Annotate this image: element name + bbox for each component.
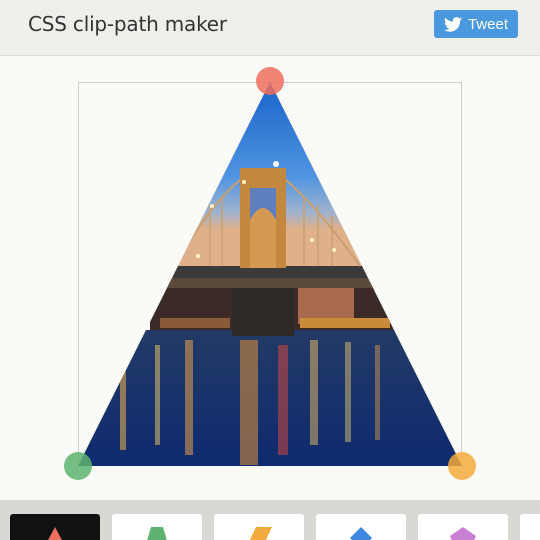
top-handle[interactable] <box>256 67 284 95</box>
shape-tile-trapezoid[interactable] <box>112 514 202 540</box>
bottom-right-handle[interactable] <box>448 452 476 480</box>
parallelogram-icon <box>249 527 272 540</box>
shape-tile-triangle[interactable] <box>10 514 100 540</box>
shape-tile-rhombus[interactable] <box>316 514 406 540</box>
shape-gallery <box>0 500 540 540</box>
bottom-left-handle[interactable] <box>64 452 92 480</box>
rhombus-icon <box>350 527 372 540</box>
pentagon-icon <box>450 527 476 540</box>
triangle-icon <box>48 527 62 540</box>
shape-tile-parallelogram[interactable] <box>214 514 304 540</box>
trapezoid-icon <box>147 527 167 540</box>
shape-tile-pentagon[interactable] <box>418 514 508 540</box>
shape-tile-partial[interactable] <box>520 514 540 540</box>
